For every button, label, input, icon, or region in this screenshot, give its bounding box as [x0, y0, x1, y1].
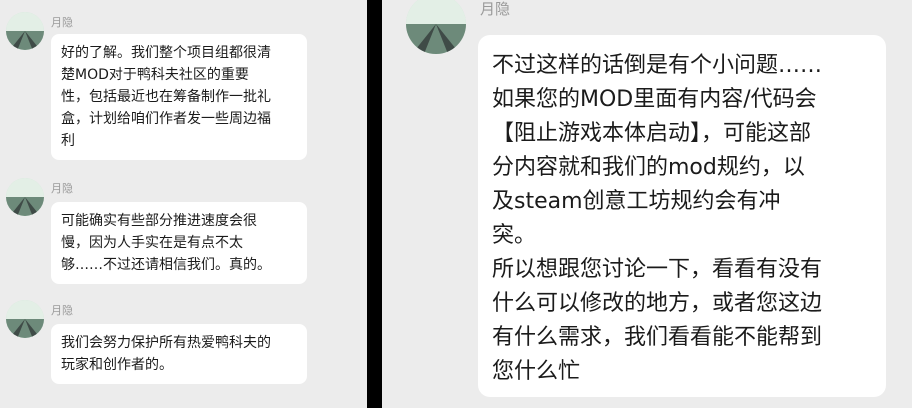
- message-line: 我们会努力保护所有热爱鸭科夫的: [61, 335, 271, 351]
- message-line: 所以想跟您讨论一下，看看有没有: [492, 257, 823, 282]
- sender-avatar[interactable]: [406, 0, 466, 54]
- message-line: 【阻止游戏本体启动】，可能这部: [492, 121, 812, 146]
- panel-divider: [367, 0, 382, 408]
- message-line: 及steam创意工坊规约会有冲: [492, 189, 781, 214]
- sender-name: 月隐: [51, 182, 73, 195]
- message-line: 有什么需求，我们看看能不能帮到: [492, 325, 823, 350]
- message-bubble[interactable]: 我们会努力保护所有热爱鸭科夫的 玩家和创作者的。: [51, 324, 307, 384]
- message-line: 够……不过还请相信我们。真的。: [61, 257, 271, 273]
- message-bubble[interactable]: 不过这样的话倒是有个小问题…… 如果您的MOD里面有内容/代码会 【阻止游戏本体…: [478, 35, 886, 397]
- message-line: 如果您的MOD里面有内容/代码会: [492, 87, 817, 112]
- message-line: 盒，计划给咱们作者发一些周边福: [61, 111, 271, 127]
- message-line: 突。: [492, 223, 537, 248]
- message-bubble[interactable]: 可能确实有些部分推进速度会很 慢，因为人手实在是有点不太 够……不过还请相信我们…: [51, 202, 307, 284]
- sender-avatar[interactable]: [6, 12, 44, 50]
- sender-name: 月隐: [51, 304, 73, 317]
- message-line: 利: [61, 133, 75, 149]
- message-bubble[interactable]: 好的了解。我们整个项目组都很清 楚MOD对于鸭科夫社区的重要 性，包括最近也在筹…: [51, 34, 307, 160]
- message-line: 玩家和创作者的。: [61, 357, 173, 373]
- message-line: 什么可以修改的地方，或者您这边: [492, 291, 823, 316]
- sender-avatar[interactable]: [6, 178, 44, 216]
- left-chat-panel: 月隐 好的了解。我们整个项目组都很清 楚MOD对于鸭科夫社区的重要 性，包括最近…: [0, 0, 367, 408]
- sender-name: 月隐: [51, 16, 73, 29]
- message-line: 好的了解。我们整个项目组都很清: [61, 45, 271, 61]
- message-line: 您什么忙: [492, 359, 581, 384]
- message-line: 不过这样的话倒是有个小问题……: [492, 53, 823, 78]
- message-line: 慢，因为人手实在是有点不太: [61, 235, 243, 251]
- sender-avatar[interactable]: [6, 300, 44, 338]
- right-chat-panel: 月隐 不过这样的话倒是有个小问题…… 如果您的MOD里面有内容/代码会 【阻止游…: [382, 0, 912, 408]
- message-line: 楚MOD对于鸭科夫社区的重要: [61, 67, 249, 83]
- message-line: 分内容就和我们的mod规约，以: [492, 155, 805, 180]
- sender-name: 月隐: [480, 0, 511, 18]
- message-line: 性，包括最近也在筹备制作一批礼: [61, 89, 271, 105]
- message-line: 可能确实有些部分推进速度会很: [61, 213, 257, 229]
